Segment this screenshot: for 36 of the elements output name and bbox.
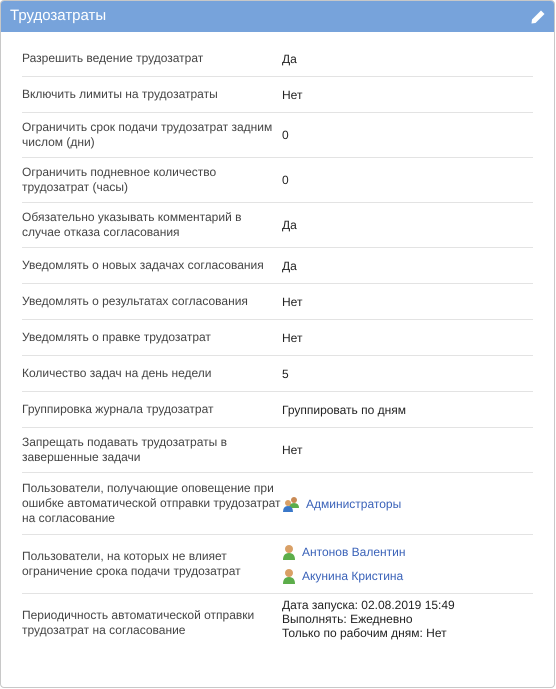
people-icon: [282, 496, 300, 512]
setting-value: Нет: [282, 294, 302, 310]
setting-value: Да: [282, 217, 297, 234]
setting-label: Уведомлять о правке трудозатрат: [22, 330, 212, 345]
setting-label: Включить лимиты на трудозатраты: [22, 87, 219, 102]
setting-value: 0: [282, 172, 289, 189]
schedule-line: Только по рабочим дням: Нет: [282, 626, 448, 640]
setting-value: Да: [282, 258, 297, 274]
setting-label: Уведомлять о результатах согласования: [22, 294, 249, 309]
setting-value: 5: [282, 366, 289, 382]
user-link[interactable]: Администраторы: [306, 494, 402, 512]
setting-value: Да: [282, 50, 297, 68]
setting-label: Ограничить срок подачи трудозатрат задним числом (дни): [22, 120, 274, 150]
setting-label: Обязательно указывать комментарий в случае отказа согласования: [22, 210, 242, 240]
setting-value: Нет: [282, 330, 302, 346]
panel-title: Трудозатраты: [10, 6, 106, 26]
user-link[interactable]: Акунина Кристина: [302, 567, 404, 585]
setting-label: Разрешить ведение трудозатрат: [22, 51, 204, 66]
setting-value: Группировать по дням: [282, 402, 406, 418]
schedule-line: Выполнять: Ежедневно: [282, 612, 414, 626]
person-icon: [282, 568, 296, 584]
setting-label: Уведомлять о новых задачах согласования: [22, 258, 265, 273]
person-icon: [282, 544, 296, 560]
setting-value: Нет: [282, 86, 302, 104]
setting-label: Запрещать подавать трудозатраты в завершенные задачи: [22, 435, 228, 465]
setting-label: Ограничить подневное количество трудозатрат (часы): [22, 165, 218, 195]
setting-label: Количество задач на день недели: [22, 366, 212, 381]
setting-label: Группировка журнала трудозатрат: [22, 402, 214, 417]
setting-value: 0: [282, 127, 289, 144]
setting-label: Пользователи, на которых не влияет ограничение срока подачи трудозатрат: [22, 549, 242, 579]
setting-value: Нет: [282, 442, 302, 459]
user-link[interactable]: Антонов Валентин: [302, 543, 406, 561]
setting-label: Пользователи, получающие оповещение при ошибке автоматической отправки трудозатрат на согласование: [22, 481, 282, 526]
edit-icon[interactable]: [531, 10, 545, 24]
setting-label: Периодичность автоматической отправки трудозатрат на согласование: [22, 607, 256, 638]
schedule-line: Дата запуска: 02.08.2019 15:49: [282, 598, 455, 612]
